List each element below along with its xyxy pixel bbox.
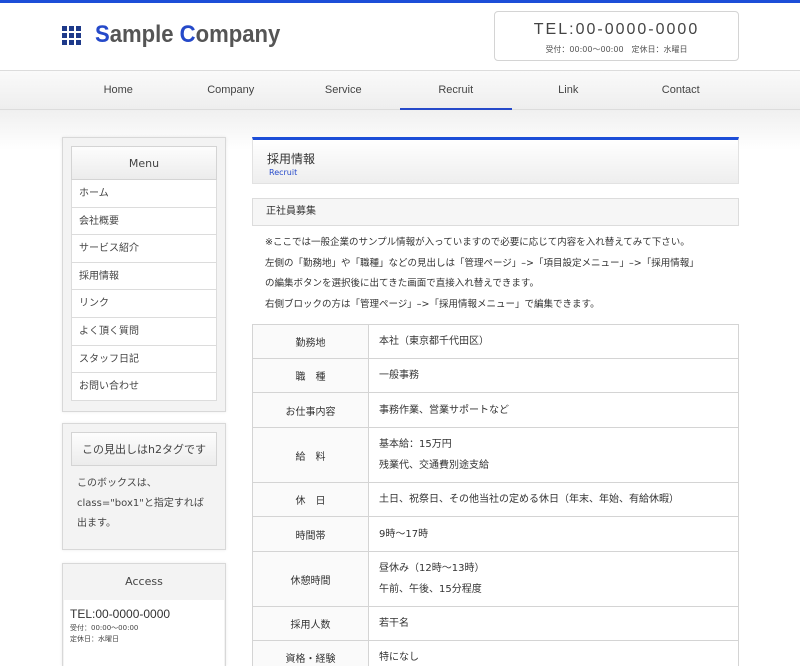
row-value: 昼休み（12時〜13時） 午前、午後、15分程度 xyxy=(368,551,739,607)
table-row: 時間帯 9時〜17時 xyxy=(252,516,739,552)
brand-part: C xyxy=(179,21,196,48)
row-label: お仕事内容 xyxy=(252,392,369,428)
info-box-title: この見出しはh2タグです xyxy=(71,432,217,466)
access-details: TEL:00-0000-0000 受付：00:00〜00:00 定休日：水曜日 xyxy=(64,600,224,666)
table-row: 採用人数 若干名 xyxy=(252,606,739,641)
table-row: 資格・経験 特になし xyxy=(252,640,739,666)
info-box-text: このボックスは、 class="box1"と指定すれば 出ます。 xyxy=(71,466,217,534)
contact-box: TEL:00-0000-0000 受付：00:00〜00:00 定休日：水曜日 xyxy=(494,11,739,61)
table-row: お仕事内容 事務作業、営業サポートなど xyxy=(252,392,739,428)
row-value-line: 9時〜17時 xyxy=(379,528,429,540)
row-label: 職 種 xyxy=(252,358,369,393)
table-row: 休憩時間 昼休み（12時〜13時） 午前、午後、15分程度 xyxy=(252,551,739,607)
nav-item-service[interactable]: Service xyxy=(287,71,400,110)
access-hours: 受付：00:00〜00:00 xyxy=(70,624,139,632)
sidebar-item-recruit[interactable]: 採用情報 xyxy=(72,263,216,291)
table-row: 休 日 土日、祝祭日、その他当社の定める休日（年末、年始、有給休暇） xyxy=(252,482,739,517)
brand-part: S xyxy=(95,21,110,48)
access-holiday: 定休日：水曜日 xyxy=(70,635,119,643)
row-label: 給 料 xyxy=(252,427,369,483)
brand-name: Sample Company xyxy=(95,21,280,49)
access-tel: TEL:00-0000-0000 xyxy=(70,607,171,621)
row-value: 事務作業、営業サポートなど xyxy=(368,392,739,428)
row-value: 土日、祝祭日、その他当社の定める休日（年末、年始、有給休暇） xyxy=(368,482,739,517)
row-value-line: 午前、午後、15分程度 xyxy=(379,584,482,595)
logo[interactable]: Sample Company xyxy=(62,21,296,49)
sidebar-item-service[interactable]: サービス紹介 xyxy=(72,235,216,263)
row-value-line: 事務作業、営業サポートなど xyxy=(379,404,509,416)
row-value: 一般事務 xyxy=(368,358,739,393)
row-label: 資格・経験 xyxy=(252,640,369,666)
row-value-line: 残業代、交通費別途支給 xyxy=(379,460,489,471)
page-title: 採用情報 xyxy=(267,152,316,166)
table-row: 勤務地 本社（東京都千代田区） xyxy=(252,324,739,359)
global-nav: Home Company Service Recruit Link Contac… xyxy=(0,70,800,110)
recruit-table: 勤務地 本社（東京都千代田区） 職 種 一般事務 お仕事内容 事務作業、営業サポ… xyxy=(252,324,739,666)
row-value: 基本給：15万円 残業代、交通費別途支給 xyxy=(368,427,739,483)
intro-line: 左側の「勤務地」や「職種」などの見出しは「管理ページ」–>「項目設定メニュー」–… xyxy=(265,257,699,269)
sidebar-item-link[interactable]: リンク xyxy=(72,290,216,318)
info-box-line: 出ます。 xyxy=(77,518,116,529)
row-value-line: 基本給：15万円 xyxy=(379,439,452,450)
nav-item-contact[interactable]: Contact xyxy=(625,71,738,110)
table-row: 給 料 基本給：15万円 残業代、交通費別途支給 xyxy=(252,427,739,483)
sidebar-item-diary[interactable]: スタッフ日記 xyxy=(72,346,216,374)
page-title-block: 採用情報 Recruit xyxy=(252,137,739,184)
sidebar-menu: Menu ホーム 会社概要 サービス紹介 採用情報 リンク よく頂く質問 スタッ… xyxy=(62,137,226,412)
row-label: 時間帯 xyxy=(252,516,369,552)
row-value-line: 土日、祝祭日、その他当社の定める休日（年末、年始、有給休暇） xyxy=(379,494,679,505)
access-title: Access xyxy=(125,575,163,588)
sidebar-access-box: Access TEL:00-0000-0000 受付：00:00〜00:00 定… xyxy=(62,563,226,666)
grid-icon xyxy=(62,25,81,45)
sidebar-info-box: この見出しはh2タグです このボックスは、 class="box1"と指定すれば… xyxy=(62,423,226,550)
row-value-line: 昼休み（12時〜13時） xyxy=(379,563,485,574)
brand-part: ample xyxy=(109,21,180,48)
row-label: 休憩時間 xyxy=(252,551,369,607)
sidebar-item-contact[interactable]: お問い合わせ xyxy=(72,373,216,401)
row-value: 9時〜17時 xyxy=(368,516,739,552)
row-value-line: 一般事務 xyxy=(379,370,419,381)
info-box-line: このボックスは、 xyxy=(77,478,157,489)
sidebar-item-home[interactable]: ホーム xyxy=(72,180,216,208)
sidebar-item-company[interactable]: 会社概要 xyxy=(72,208,216,236)
nav-item-home[interactable]: Home xyxy=(62,71,175,110)
intro-line: 右側ブロックの方は「管理ページ」–>「採用情報メニュー」で編集できます。 xyxy=(265,298,600,310)
header: Sample Company TEL:00-0000-0000 受付：00:00… xyxy=(0,3,800,70)
page-subtitle: Recruit xyxy=(269,168,298,177)
intro-line: ※ここでは一般企業のサンプル情報が入っていますので必要に応じて内容を入れ替えてみ… xyxy=(265,237,690,248)
nav-item-link[interactable]: Link xyxy=(512,71,625,110)
row-value: 若干名 xyxy=(368,606,739,641)
header-hours: 受付：00:00〜00:00 定休日：水曜日 xyxy=(545,45,688,54)
row-value: 特になし xyxy=(368,640,739,666)
row-value-line: 特になし xyxy=(379,652,419,663)
table-row: 職 種 一般事務 xyxy=(252,358,739,393)
brand-part: ompany xyxy=(195,21,281,48)
intro-text: ※ここでは一般企業のサンプル情報が入っていますので必要に応じて内容を入れ替えてみ… xyxy=(265,233,739,315)
menu-title: Menu xyxy=(71,146,217,180)
row-label: 勤務地 xyxy=(252,324,369,359)
row-value: 本社（東京都千代田区） xyxy=(368,324,739,359)
nav-item-company[interactable]: Company xyxy=(175,71,288,110)
row-label: 休 日 xyxy=(252,482,369,517)
row-value-line: 若干名 xyxy=(379,618,409,629)
info-box-line: class="box1"と指定すれば xyxy=(77,498,204,509)
row-value-line: 本社（東京都千代田区） xyxy=(379,336,489,347)
intro-line: の編集ボタンを選択後に出てきた画面で直接入れ替えできます。 xyxy=(265,278,539,289)
sidebar-item-faq[interactable]: よく頂く質問 xyxy=(72,318,216,346)
nav-item-recruit[interactable]: Recruit xyxy=(399,71,512,110)
row-label: 採用人数 xyxy=(252,606,369,641)
header-tel: TEL:00-0000-0000 xyxy=(533,21,700,38)
section-heading: 正社員募集 xyxy=(252,198,739,226)
